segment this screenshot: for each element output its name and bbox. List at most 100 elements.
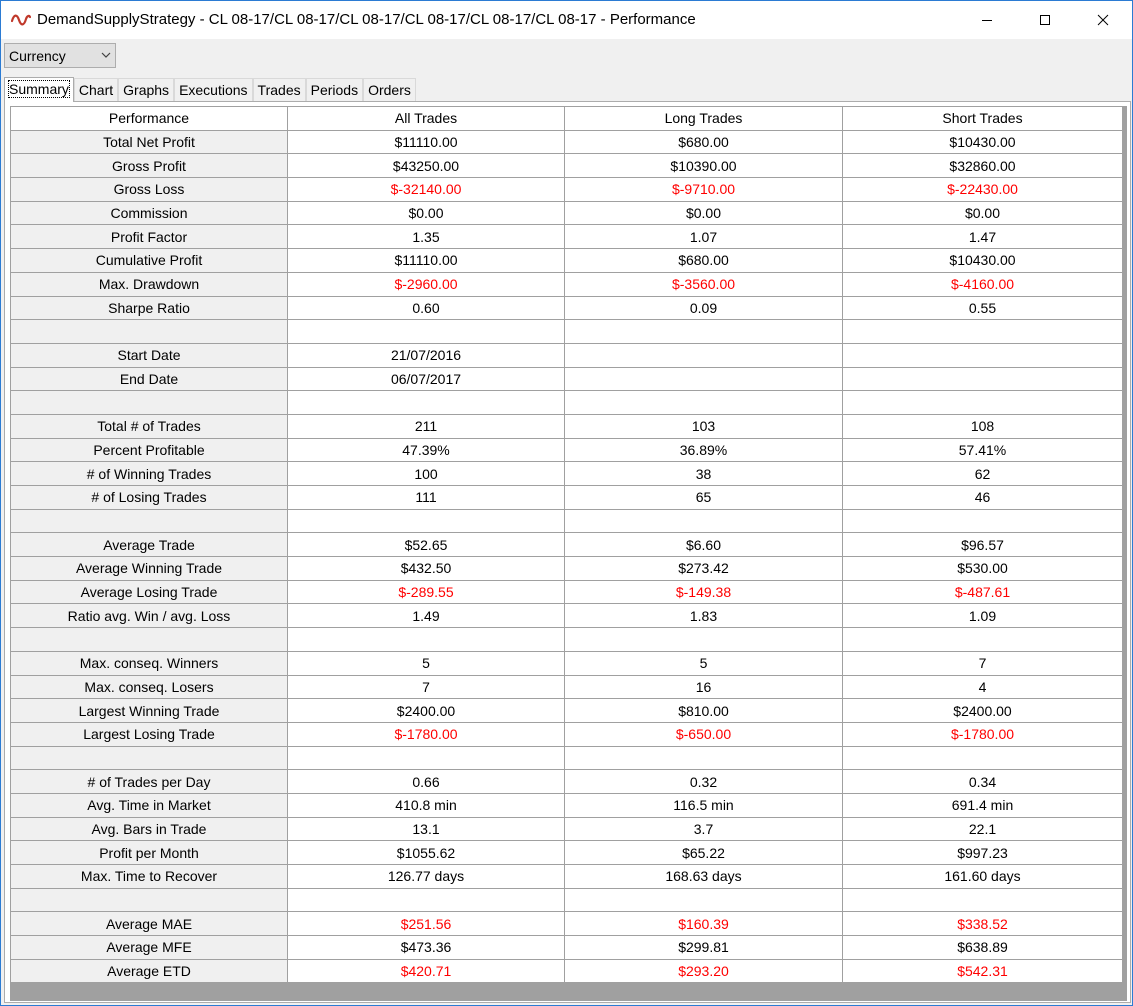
table-cell bbox=[842, 366, 1123, 392]
row-label: Gross Profit bbox=[10, 153, 288, 179]
tab-orders-label: Orders bbox=[368, 82, 411, 98]
tab-graphs[interactable]: Graphs bbox=[118, 78, 175, 103]
title-bar[interactable]: DemandSupplyStrategy - CL 08-17/CL 08-17… bbox=[1, 1, 1132, 39]
minimize-button[interactable] bbox=[958, 1, 1016, 39]
row-label: Percent Profitable bbox=[10, 437, 288, 463]
table-cell: 126.77 days bbox=[287, 864, 565, 889]
row-label: Gross Loss bbox=[10, 177, 288, 202]
table-row: Commission $0.00 $0.00 $0.00 bbox=[10, 200, 1123, 226]
table-cell: $160.39 bbox=[564, 911, 843, 937]
table-cell bbox=[842, 319, 1123, 344]
table-cell: $2400.00 bbox=[842, 698, 1123, 723]
table-cell: 1.83 bbox=[564, 603, 843, 629]
table-cell: $65.22 bbox=[564, 840, 843, 865]
table-cell: 38 bbox=[564, 461, 843, 486]
close-button[interactable] bbox=[1074, 1, 1132, 39]
table-cell: $1055.62 bbox=[287, 840, 565, 865]
table-row: Average MFE $473.36 $299.81 $638.89 bbox=[10, 935, 1123, 960]
table-cell: 65 bbox=[564, 485, 843, 510]
column-header: Short Trades bbox=[842, 106, 1123, 131]
table-cell: $0.00 bbox=[287, 200, 565, 226]
table-cell: 21/07/2016 bbox=[287, 342, 565, 368]
row-label: Average MFE bbox=[10, 935, 288, 960]
table-cell bbox=[842, 342, 1123, 368]
row-label: Largest Losing Trade bbox=[10, 721, 288, 747]
tab-trades[interactable]: Trades bbox=[252, 78, 306, 103]
table-cell bbox=[564, 745, 843, 771]
row-label: Commission bbox=[10, 200, 288, 226]
table-cell: $0.00 bbox=[842, 200, 1123, 226]
display-mode-value: Currency bbox=[9, 48, 66, 64]
table-cell: $-650.00 bbox=[564, 721, 843, 747]
table-cell bbox=[564, 390, 843, 415]
table-cell: 46 bbox=[842, 485, 1123, 510]
table-cell: 0.32 bbox=[564, 769, 843, 794]
row-label: Avg. Bars in Trade bbox=[10, 816, 288, 842]
tab-strip: Summary Chart Graphs Executions Trades P… bbox=[4, 77, 416, 103]
column-header: All Trades bbox=[287, 106, 565, 131]
performance-grid[interactable]: Performance All Trades Long Trades Short… bbox=[10, 106, 1127, 1001]
table-row: Avg. Time in Market 410.8 min 116.5 min 691… bbox=[10, 792, 1123, 818]
tab-summary[interactable]: Summary bbox=[4, 77, 74, 102]
table-row: Max. conseq. Losers 7 16 4 bbox=[10, 674, 1123, 700]
table-cell bbox=[287, 508, 565, 534]
table-row: Cumulative Profit $11110.00 $680.00 $10430.… bbox=[10, 248, 1123, 273]
table-row: Avg. Bars in Trade 13.1 3.7 22.1 bbox=[10, 816, 1123, 842]
table-cell: $997.23 bbox=[842, 840, 1123, 865]
table-cell: $432.50 bbox=[287, 556, 565, 581]
table-row bbox=[10, 887, 1123, 913]
table-row: Average ETD $420.71 $293.20 $542.31 bbox=[10, 958, 1123, 984]
table-cell: 410.8 min bbox=[287, 792, 565, 818]
table-cell bbox=[842, 508, 1123, 534]
tab-periods[interactable]: Periods bbox=[305, 78, 364, 103]
table-cell: 5 bbox=[287, 650, 565, 676]
table-cell: 0.66 bbox=[287, 769, 565, 794]
row-label: Max. Time to Recover bbox=[10, 864, 288, 889]
table-cell bbox=[287, 745, 565, 771]
table-cell: $680.00 bbox=[564, 248, 843, 273]
table-cell: $-2960.00 bbox=[287, 271, 565, 297]
table-row bbox=[10, 508, 1123, 534]
table-row: Total # of Trades 211 103 108 bbox=[10, 413, 1123, 439]
table-cell bbox=[564, 887, 843, 913]
table-cell: 57.41% bbox=[842, 437, 1123, 463]
table-row: # of Trades per Day 0.66 0.32 0.34 bbox=[10, 769, 1123, 794]
table-row: Sharpe Ratio 0.60 0.09 0.55 bbox=[10, 295, 1123, 321]
table-cell: $810.00 bbox=[564, 698, 843, 723]
table-cell: 161.60 days bbox=[842, 864, 1123, 889]
table-cell bbox=[842, 390, 1123, 415]
row-label: Start Date bbox=[10, 342, 288, 368]
tab-orders[interactable]: Orders bbox=[363, 78, 416, 103]
row-label: Average Losing Trade bbox=[10, 579, 288, 605]
maximize-button[interactable] bbox=[1016, 1, 1074, 39]
table-cell: $10390.00 bbox=[564, 153, 843, 179]
table-cell: 0.60 bbox=[287, 295, 565, 321]
table-cell: $638.89 bbox=[842, 935, 1123, 960]
row-label bbox=[10, 390, 288, 415]
table-row: Profit Factor 1.35 1.07 1.47 bbox=[10, 224, 1123, 250]
row-label bbox=[10, 887, 288, 913]
table-row bbox=[10, 745, 1123, 771]
row-label: Sharpe Ratio bbox=[10, 295, 288, 321]
table-cell: $-32140.00 bbox=[287, 177, 565, 202]
maximize-icon bbox=[1040, 15, 1050, 25]
display-mode-dropdown[interactable]: Currency bbox=[4, 43, 116, 68]
performance-table: Performance All Trades Long Trades Short… bbox=[10, 106, 1123, 984]
table-cell: $-1780.00 bbox=[287, 721, 565, 747]
row-label: Cumulative Profit bbox=[10, 248, 288, 273]
table-cell: $251.56 bbox=[287, 911, 565, 937]
table-cell: 1.47 bbox=[842, 224, 1123, 250]
table-cell bbox=[564, 342, 843, 368]
tab-executions[interactable]: Executions bbox=[174, 78, 253, 103]
tab-graphs-label: Graphs bbox=[123, 82, 170, 98]
table-cell: $-487.61 bbox=[842, 579, 1123, 605]
table-cell: 111 bbox=[287, 485, 565, 510]
tab-chart[interactable]: Chart bbox=[73, 78, 119, 103]
tab-periods-label: Periods bbox=[310, 82, 359, 98]
table-row: Gross Loss $-32140.00 $-9710.00 $-22430.00 bbox=[10, 177, 1123, 202]
row-label: End Date bbox=[10, 366, 288, 392]
table-row: Total Net Profit $11110.00 $680.00 $10430.0… bbox=[10, 129, 1123, 155]
table-cell: 1.49 bbox=[287, 603, 565, 629]
table-cell: 22.1 bbox=[842, 816, 1123, 842]
table-cell: $-149.38 bbox=[564, 579, 843, 605]
